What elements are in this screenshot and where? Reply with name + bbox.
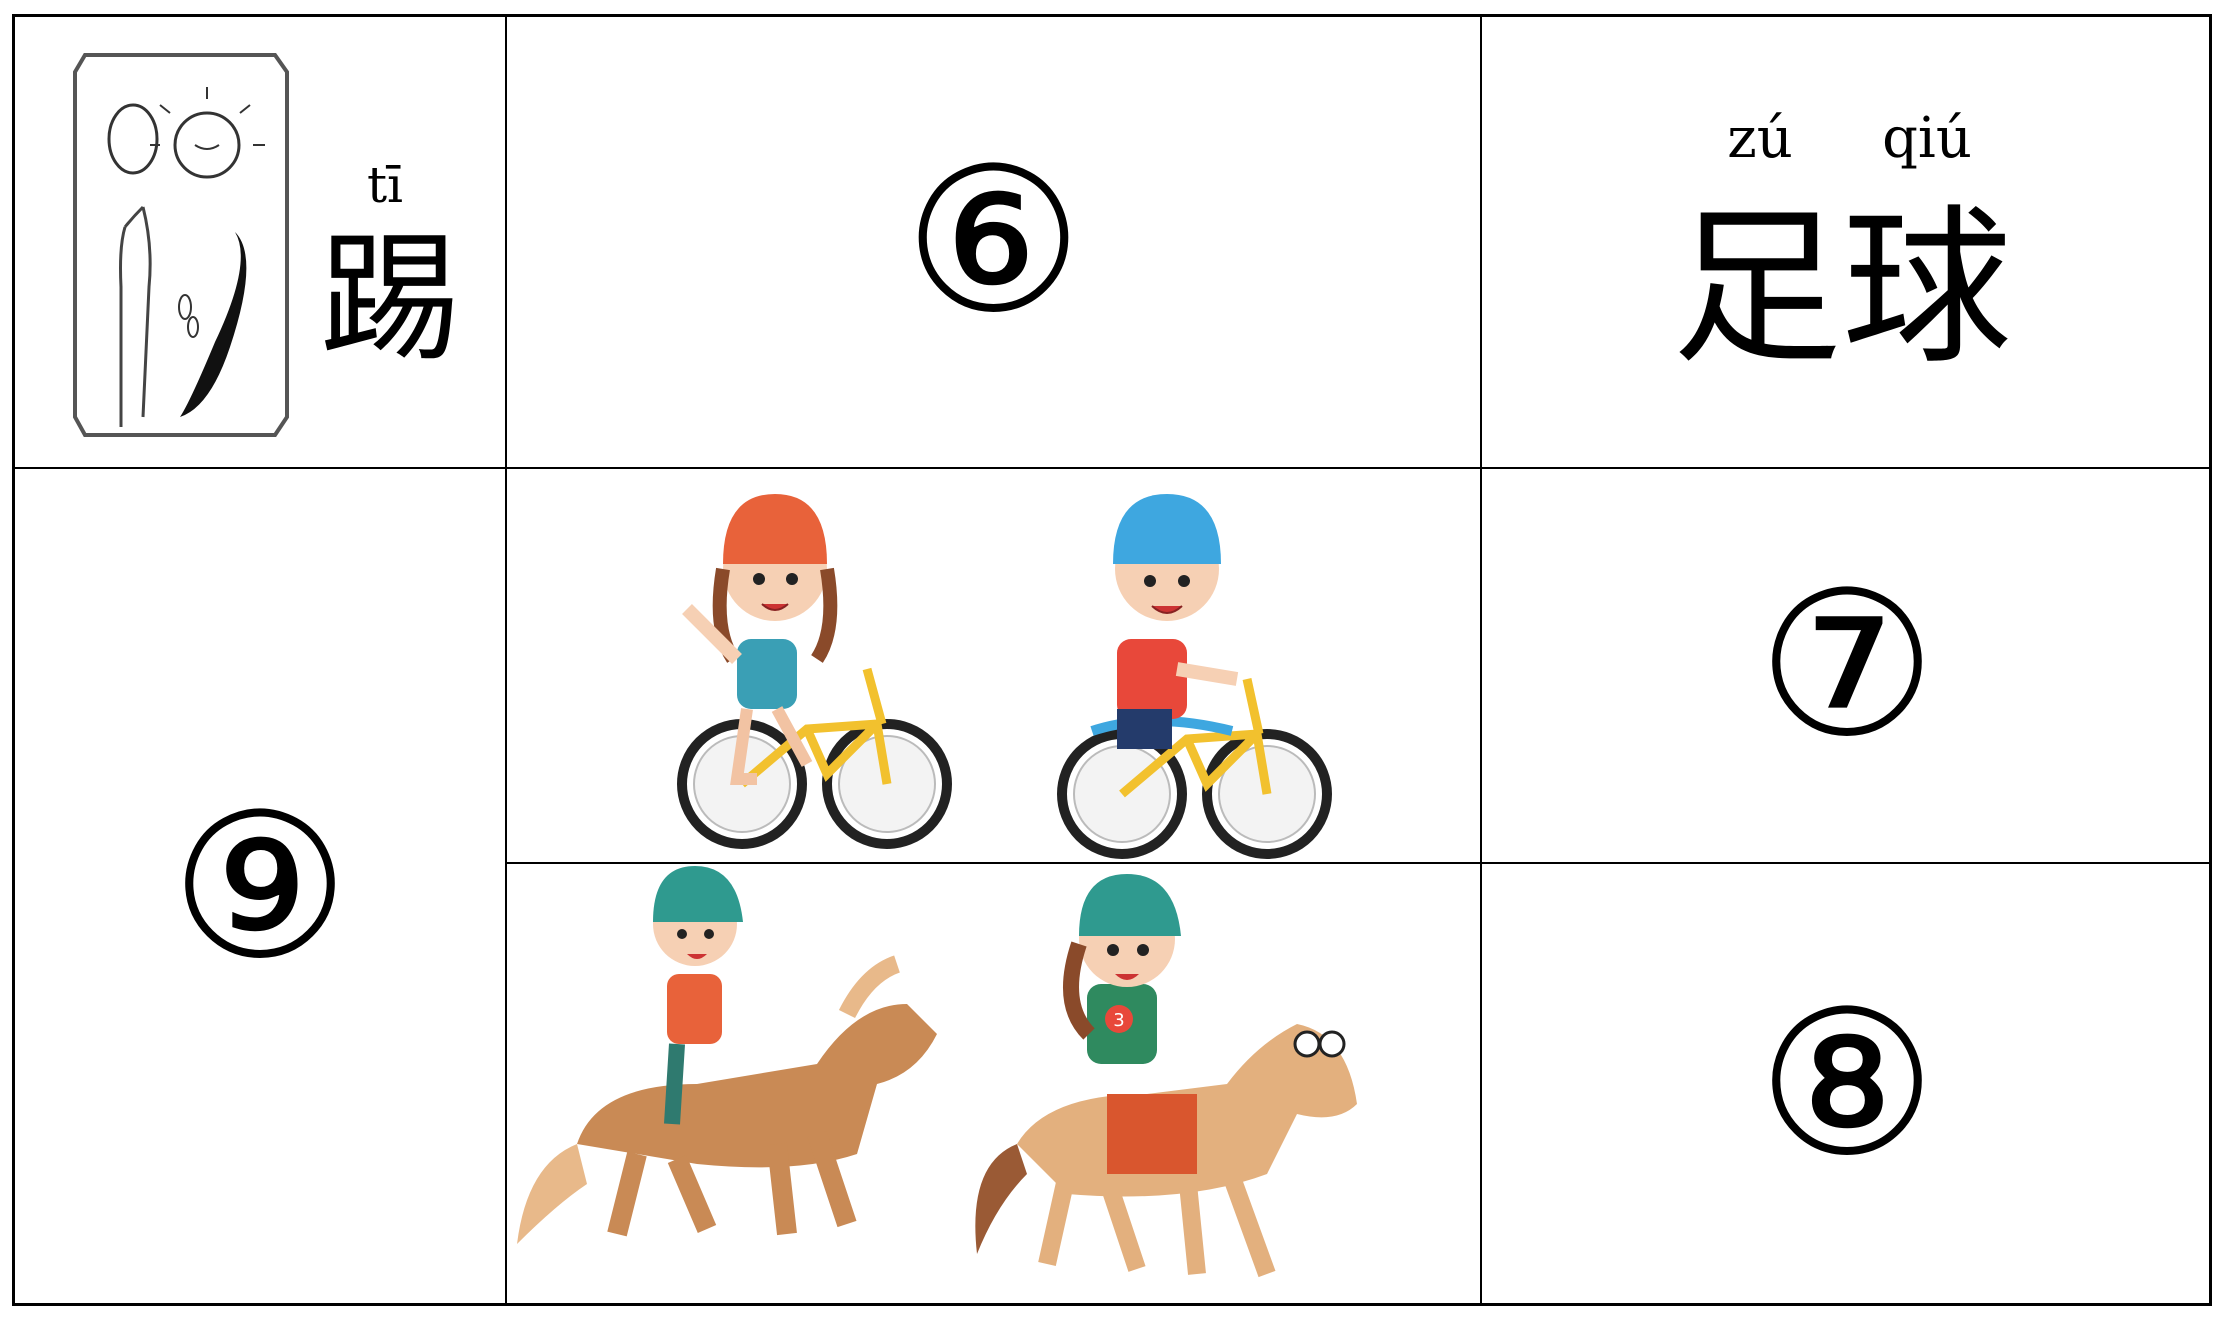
cell-bikes xyxy=(507,469,1480,862)
circled-number-7: ⑦ xyxy=(1757,548,1937,782)
cell-six: ⑥ xyxy=(507,17,1480,467)
ti-hanzi: 踢 xyxy=(320,218,460,381)
girl-horse-rider: 3 xyxy=(975,874,1357,1278)
cell-zuqiu: zú qiú 足球 xyxy=(1482,17,2212,467)
circled-number-8: ⑧ xyxy=(1757,968,1937,1201)
girl-cyclist xyxy=(677,494,952,849)
cell-nine: ⑨ xyxy=(15,469,505,1306)
children-riding-horses-illustration: 3 xyxy=(517,866,1357,1278)
ti-pinyin: tī xyxy=(367,156,403,214)
zuqiu-hanzi: 足球 xyxy=(1672,190,2012,388)
zu-pinyin: zú xyxy=(1727,106,1793,171)
cell-horses: 3 xyxy=(507,864,1480,1306)
kick-glyph-icon: tī 踢 xyxy=(73,53,460,437)
cell-eight: ⑧ xyxy=(1482,864,2212,1306)
cell-ti: tī 踢 xyxy=(15,17,505,467)
boy-horse-rider xyxy=(517,866,937,1244)
zuqiu-block: zú qiú 足球 xyxy=(1672,106,2012,388)
worksheet-grid: tī 踢 ⑥ zú qiú 足球 ⑨ ⑦ 3 ⑧ xyxy=(12,14,2212,1306)
boy-cyclist xyxy=(1057,494,1332,859)
circled-number-9: ⑨ xyxy=(170,770,350,1004)
jersey-number: 3 xyxy=(1113,1010,1124,1031)
qiu-pinyin: qiú xyxy=(1882,106,1972,171)
children-riding-bicycles-illustration xyxy=(677,494,1332,859)
cell-seven: ⑦ xyxy=(1482,469,2212,862)
circled-number-6: ⑥ xyxy=(903,125,1084,358)
